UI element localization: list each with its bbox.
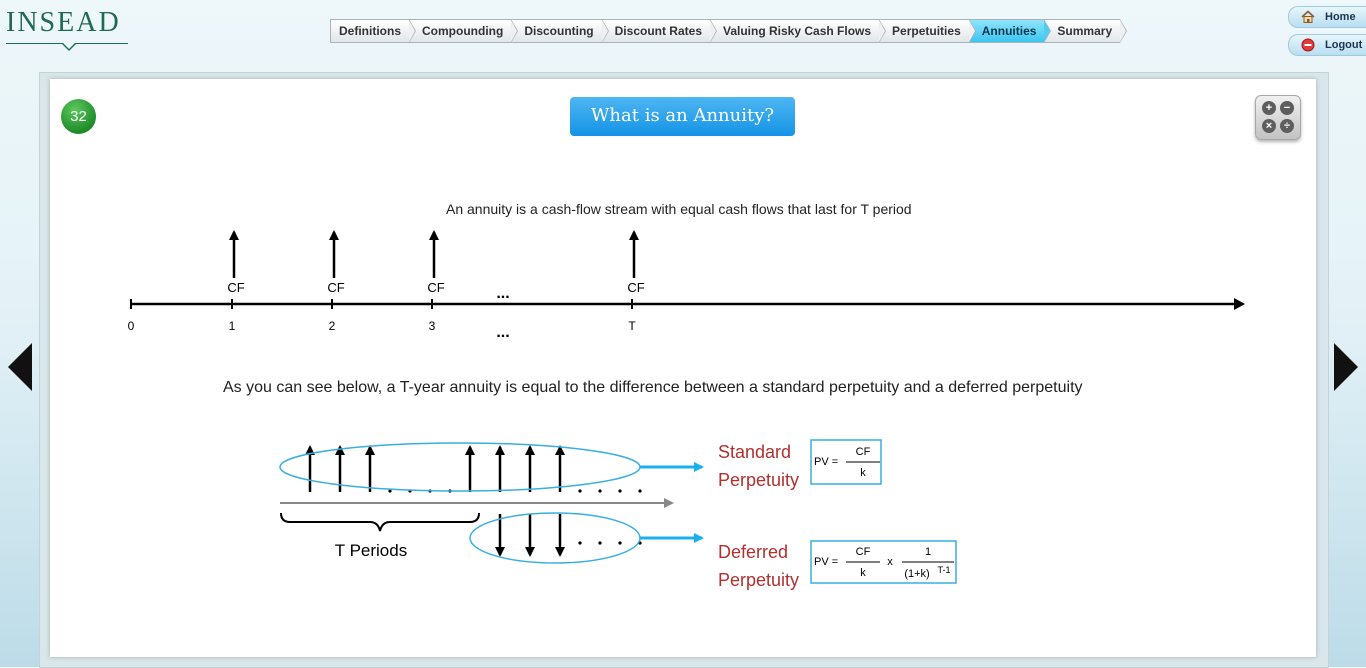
calculator-button[interactable]: + − × ÷ [1255,95,1301,140]
home-button[interactable]: Home [1288,6,1366,28]
logout-icon [1301,38,1315,52]
tab-discounting[interactable]: Discounting [511,19,609,43]
calculator-divide: ÷ [1280,119,1294,133]
next-arrow-icon[interactable] [1334,343,1358,391]
tab-perpetuities[interactable]: Perpetuities [879,19,976,43]
logout-button[interactable]: Logout [1288,34,1366,56]
logo-text: INSEAD [6,7,121,38]
tab-annuities[interactable]: Annuities [968,19,1052,43]
logo-chevron [62,43,76,51]
slide-number-badge: 32 [61,99,96,134]
logout-label: Logout [1325,39,1363,51]
calculator-minus: − [1280,101,1294,115]
prev-arrow-icon[interactable] [8,343,32,391]
home-icon [1301,10,1315,23]
tab-compounding[interactable]: Compounding [409,19,519,43]
calculator-times: × [1262,119,1276,133]
annuity-definition: An annuity is a cash-flow stream with eq… [446,201,912,217]
calculator-icon: + [1262,101,1276,115]
insead-logo: INSEAD [6,8,130,54]
slide-title: What is an Annuity? [570,97,795,136]
tab-summary[interactable]: Summary [1044,19,1127,43]
slide-panel [50,79,1316,657]
annuity-explanation: As you can see below, a T-year annuity i… [223,379,1083,396]
section-nav: Definitions Compounding Discounting Disc… [330,19,1127,43]
tab-valuing-risky-cash-flows[interactable]: Valuing Risky Cash Flows [710,19,887,43]
tab-discount-rates[interactable]: Discount Rates [601,19,718,43]
tab-definitions[interactable]: Definitions [330,19,416,43]
home-label: Home [1325,11,1356,23]
